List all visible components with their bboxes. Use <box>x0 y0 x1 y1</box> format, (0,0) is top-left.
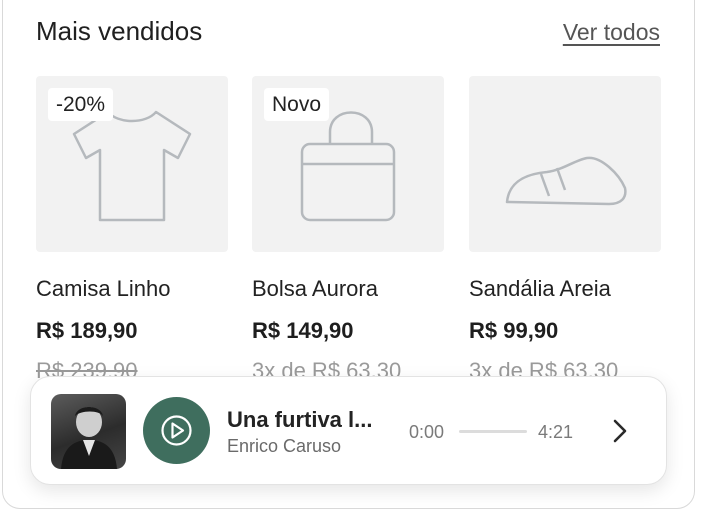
product-image: Novo <box>252 76 444 252</box>
chevron-right-icon[interactable] <box>605 415 635 447</box>
section-title: Mais vendidos <box>36 16 203 46</box>
track-title: Una furtiva l... <box>227 407 373 432</box>
play-button[interactable] <box>143 397 210 464</box>
mini-player[interactable]: Una furtiva l... Enrico Caruso 0:00 4:21 <box>30 376 667 485</box>
track-artist: Enrico Caruso <box>227 436 342 456</box>
total-time: 4:21 <box>538 422 574 442</box>
play-icon <box>161 415 192 446</box>
product-card[interactable]: -20% Camisa Linho R$ 189,90 R$ 239,90 3x <box>36 76 228 422</box>
discount-badge: -20% <box>48 88 114 121</box>
product-name: Bolsa Aurora <box>252 276 378 301</box>
product-name: Camisa Linho <box>36 276 171 301</box>
album-cover <box>51 394 126 469</box>
product-card[interactable]: Novo Bolsa Aurora R$ 149,90 3x de R$ 63,… <box>252 76 444 384</box>
current-time: 0:00 <box>409 422 445 442</box>
shoe-icon <box>505 156 627 206</box>
product-image <box>469 76 661 252</box>
product-price: R$ 99,90 <box>469 318 559 343</box>
product-image: -20% <box>36 76 228 252</box>
new-badge: Novo <box>264 88 330 121</box>
progress-bar[interactable] <box>459 430 527 433</box>
product-name: Sandália Areia <box>469 276 611 301</box>
product-price: R$ 149,90 <box>252 318 354 343</box>
see-all-link[interactable]: Ver todos <box>563 19 660 46</box>
product-price: R$ 189,90 <box>36 318 138 343</box>
portrait-image <box>61 407 117 469</box>
product-card[interactable]: Sandália Areia R$ 99,90 3x de R$ 63,30 <box>469 76 661 384</box>
